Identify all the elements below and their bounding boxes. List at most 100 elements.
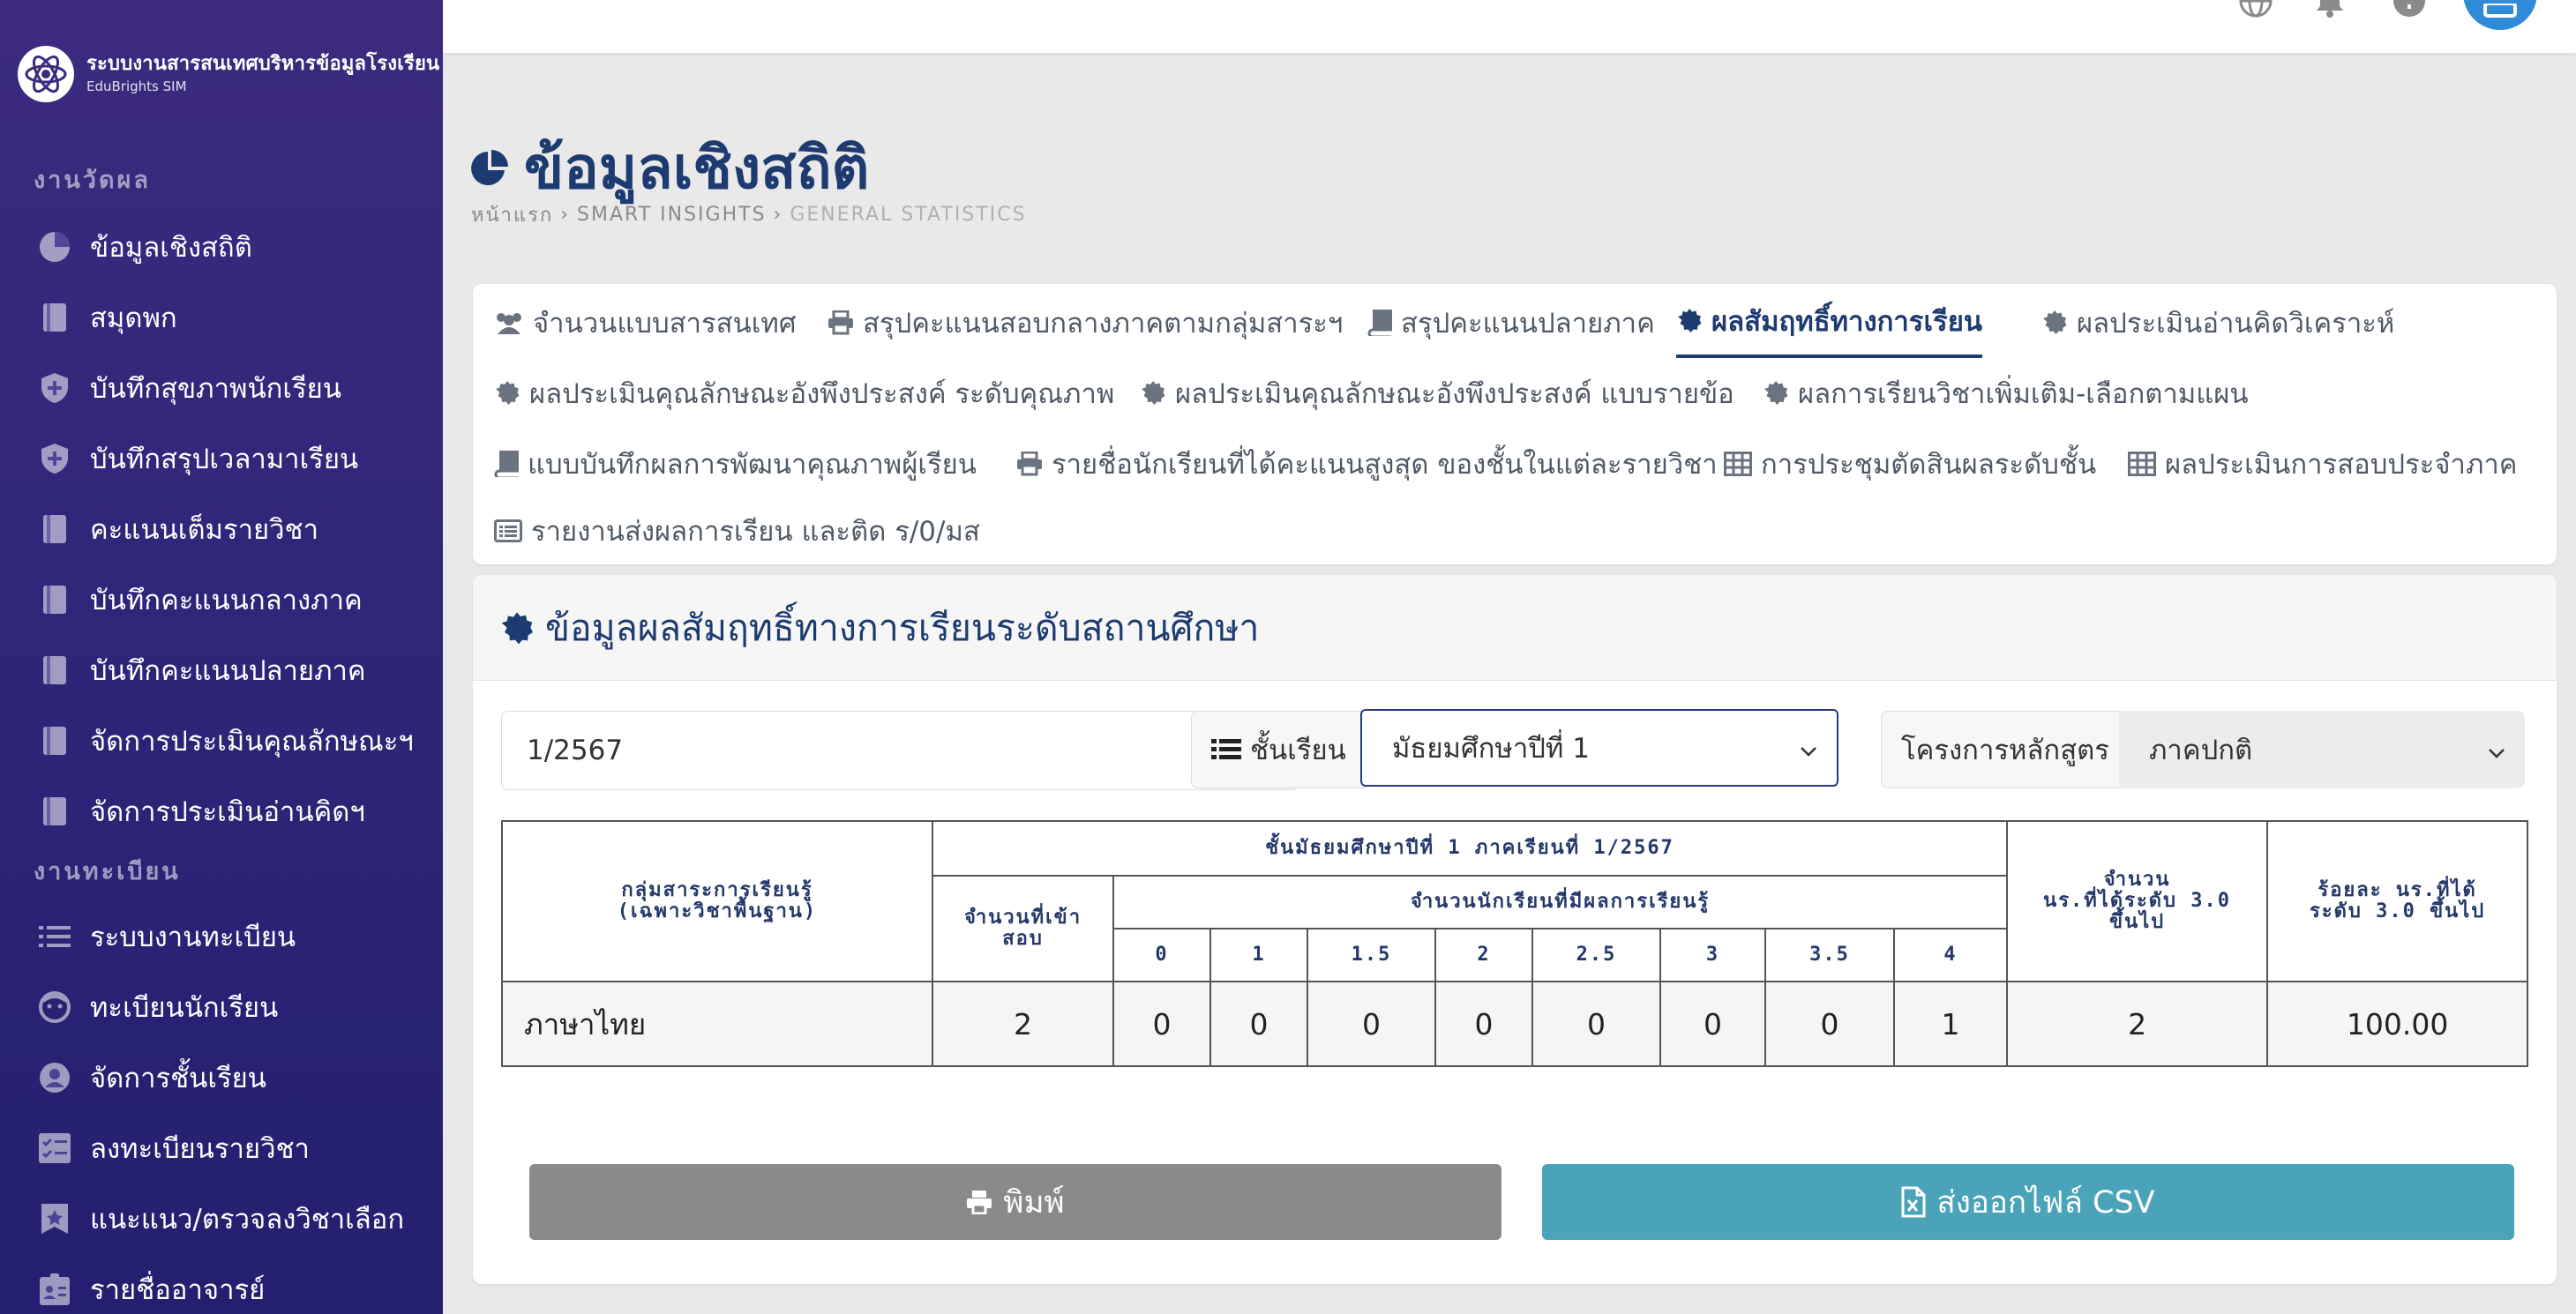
grade-cell: 0 [1112,981,1211,1067]
sidebar-item-report-book[interactable]: สมุดพก [35,291,177,344]
certificate-icon [1763,380,1789,407]
class-label: ชั้นเรียน [1191,711,1367,788]
sidebar-item-class-management[interactable]: จัดการชั้นเรียน [35,1051,266,1104]
grade-cell: 0 [1531,981,1661,1067]
top-bar [443,0,2576,53]
book-icon [35,298,74,337]
grade-cell: 0 [1209,981,1308,1067]
print-button-label: พิมพ์ [1003,1184,1065,1221]
tab-reading-assessment[interactable]: ผลประเมินอ่านคิดวิเคราะห์ [2041,287,2394,358]
sidebar-item-label: จัดการประเมินคุณลักษณะฯ [90,726,414,758]
certificate-icon [494,380,520,407]
level-header: ชั้นมัธยมศึกษาปีที่ 1 ภาคเรียนที่ 1/2567 [931,820,2009,877]
sidebar-item-student-registry[interactable]: ทะเบียนนักเรียน [35,981,278,1034]
count-3-header: จำนวน นร.ที่ได้ระดับ 3.0 ขึ้นไป [2006,820,2269,982]
tab-exam-assessment[interactable]: ผลประเมินการสอบประจำภาค [2128,429,2518,499]
table-icon [1724,452,1752,476]
achievement-card: ข้อมูลผลสัมฤทธิ์ทางการเรียนระดับสถานศึกษ… [473,575,2557,1284]
tab-achievement[interactable]: ผลสัมฤทธิ์ทางการเรียน [1676,287,1983,358]
grade-header: 1.5 [1307,928,1436,982]
tab-results-report[interactable]: รายงานส่งผลการเรียน และติด ร/0/มส [494,496,980,566]
certificate-icon [1140,380,1166,407]
subject-group-header: กลุ่มสาระการเรียนรู้ (เฉพาะวิชาพื้นฐาน) [501,820,933,982]
grade-header: 2.5 [1531,928,1661,982]
sidebar-item-final-score[interactable]: บันทึกคะแนนปลายภาค [35,644,366,697]
program-select[interactable]: ภาคปกติ [2119,711,2525,788]
certificate-icon [1676,308,1703,334]
printer-icon [827,310,854,335]
brand-logo-icon [18,46,74,102]
bell-icon[interactable] [2308,0,2352,23]
breadcrumb-home[interactable]: หน้าแรก [471,199,553,230]
count-3-cell: 2 [2006,981,2269,1067]
tested-cell: 2 [932,981,1114,1067]
tab-midterm-summary[interactable]: สรุปคะแนนสอบกลางภาคตามกลุ่มสาระฯ [827,287,1343,358]
term-input[interactable]: 1/2567 [501,711,1299,790]
card-title-text: ข้อมูลผลสัมฤทธิ์ทางการเรียนระดับสถานศึกษ… [545,607,1260,649]
grade-header: 2 [1434,928,1533,982]
brand[interactable]: ระบบงานสารสนเทศบริหารข้อมูลโรงเรียน EduB… [18,46,439,102]
book-icon [35,792,74,831]
sidebar-item-label: บันทึกคะแนนกลางภาค [90,585,363,616]
tab-characteristics-quality[interactable]: ผลประเมินคุณลักษณะอังพึงประสงค์ ระดับคุณ… [494,358,1114,429]
certificate-icon [501,611,533,644]
book-icon [35,580,74,619]
sidebar-item-health[interactable]: บันทึกสุขภาพนักเรียน [35,362,341,414]
grade-cell: 0 [1764,981,1895,1067]
sidebar-item-teacher-list[interactable]: รายชื่ออาจารย์ [35,1263,265,1314]
program-select-value: ภาคปกติ [2149,735,2253,766]
export-csv-button[interactable]: ส่งออกไฟล์ CSV [1542,1164,2514,1240]
breadcrumb-smart-insights[interactable]: SMART INSIGHTS [577,204,767,226]
user-icon [2483,4,2517,18]
chevron-down-icon [1800,732,1817,764]
star-badge-icon [35,1199,74,1238]
tab-final-summary[interactable]: สรุปคะแนนปลายภาค [1367,287,1655,358]
grade-cell: 1 [1892,981,2009,1067]
tab-grade-meeting[interactable]: การประชุมตัดสินผลระดับชั้น [1724,429,2096,499]
sidebar-item-label: บันทึกสุขภาพนักเรียน [90,373,342,405]
tab-quality-development[interactable]: แบบบันทึกผลการพัฒนาคุณภาพผู้เรียน [494,429,977,499]
health-shield-icon [35,369,74,407]
tab-elective-results[interactable]: ผลการเรียนวิชาเพิ่มเติม-เลือกตามแผน [1763,358,2249,429]
tab-top-students[interactable]: รายชื่อนักเรียนที่ได้คะแนนสูงสุด ของชั้น… [1016,429,1718,499]
sidebar-item-label: ระบบงานทะเบียน [90,922,296,953]
subject-cell: ภาษาไทย [501,981,933,1067]
print-button[interactable]: พิมพ์ [529,1164,1501,1240]
sidebar-item-label: แนะแนว/ตรวจลงวิชาเลือก [90,1204,405,1236]
sidebar-item-full-score[interactable]: คะแนนเต็มรายวิชา [35,503,318,556]
user-menu-button[interactable] [2463,0,2537,30]
card-header: ข้อมูลผลสัมฤทธิ์ทางการเรียนระดับสถานศึกษ… [473,575,2557,681]
student-face-icon [35,988,74,1027]
pie-chart-icon [35,228,74,266]
list-icon [35,917,74,956]
sidebar-item-statistics[interactable]: ข้อมูลเชิงสถิติ [35,220,252,273]
sidebar-item-label: บันทึกคะแนนปลายภาค [90,655,366,687]
user-circle-icon [35,1058,74,1097]
breadcrumb-current: GENERAL STATISTICS [790,204,1027,226]
table-icon [2128,452,2156,476]
sidebar-item-guidance[interactable]: แนะแนว/ตรวจลงวิชาเลือก [35,1192,404,1245]
tab-info-count[interactable]: จำนวนแบบสารสนเทศ [494,287,797,358]
sidebar-item-course-registration[interactable]: ลงทะเบียนรายวิชา [35,1122,310,1175]
class-select[interactable]: มัธยมศึกษาปีที่ 1 [1360,709,1838,787]
file-excel-icon [1901,1186,1926,1218]
book-icon [35,510,74,549]
sidebar-item-characteristics[interactable]: จัดการประเมินคุณลักษณะฯ [35,714,414,767]
grade-header: 3 [1659,928,1766,982]
tested-header: จำนวนที่เข้า สอบ [932,875,1114,982]
sidebar-item-attendance[interactable]: บันทึกสรุปเวลามาเรียน [35,432,358,485]
list-alt-icon [494,519,522,542]
brand-subtitle: EduBrights SIM [86,78,187,94]
sidebar-item-midterm-score[interactable]: บันทึกคะแนนกลางภาค [35,573,363,626]
certificate-icon [2041,310,2068,336]
breadcrumb: หน้าแรก › SMART INSIGHTS › GENERAL STATI… [471,199,1027,230]
sidebar-item-reading[interactable]: จัดการประเมินอ่านคิดฯ [35,785,365,838]
tab-characteristics-items[interactable]: ผลประเมินคุณลักษณะอังพึงประสงค์ แบบรายข้… [1140,358,1734,429]
sidebar-item-registration-system[interactable]: ระบบงานทะเบียน [35,910,296,963]
sidebar-item-label: ลงทะเบียนรายวิชา [90,1133,310,1165]
grade-cell: 0 [1659,981,1766,1067]
help-icon[interactable] [2387,0,2431,23]
globe-icon[interactable] [2234,0,2278,23]
grade-cell: 0 [1434,981,1533,1067]
percent-3-cell: 100.00 [2266,981,2529,1067]
